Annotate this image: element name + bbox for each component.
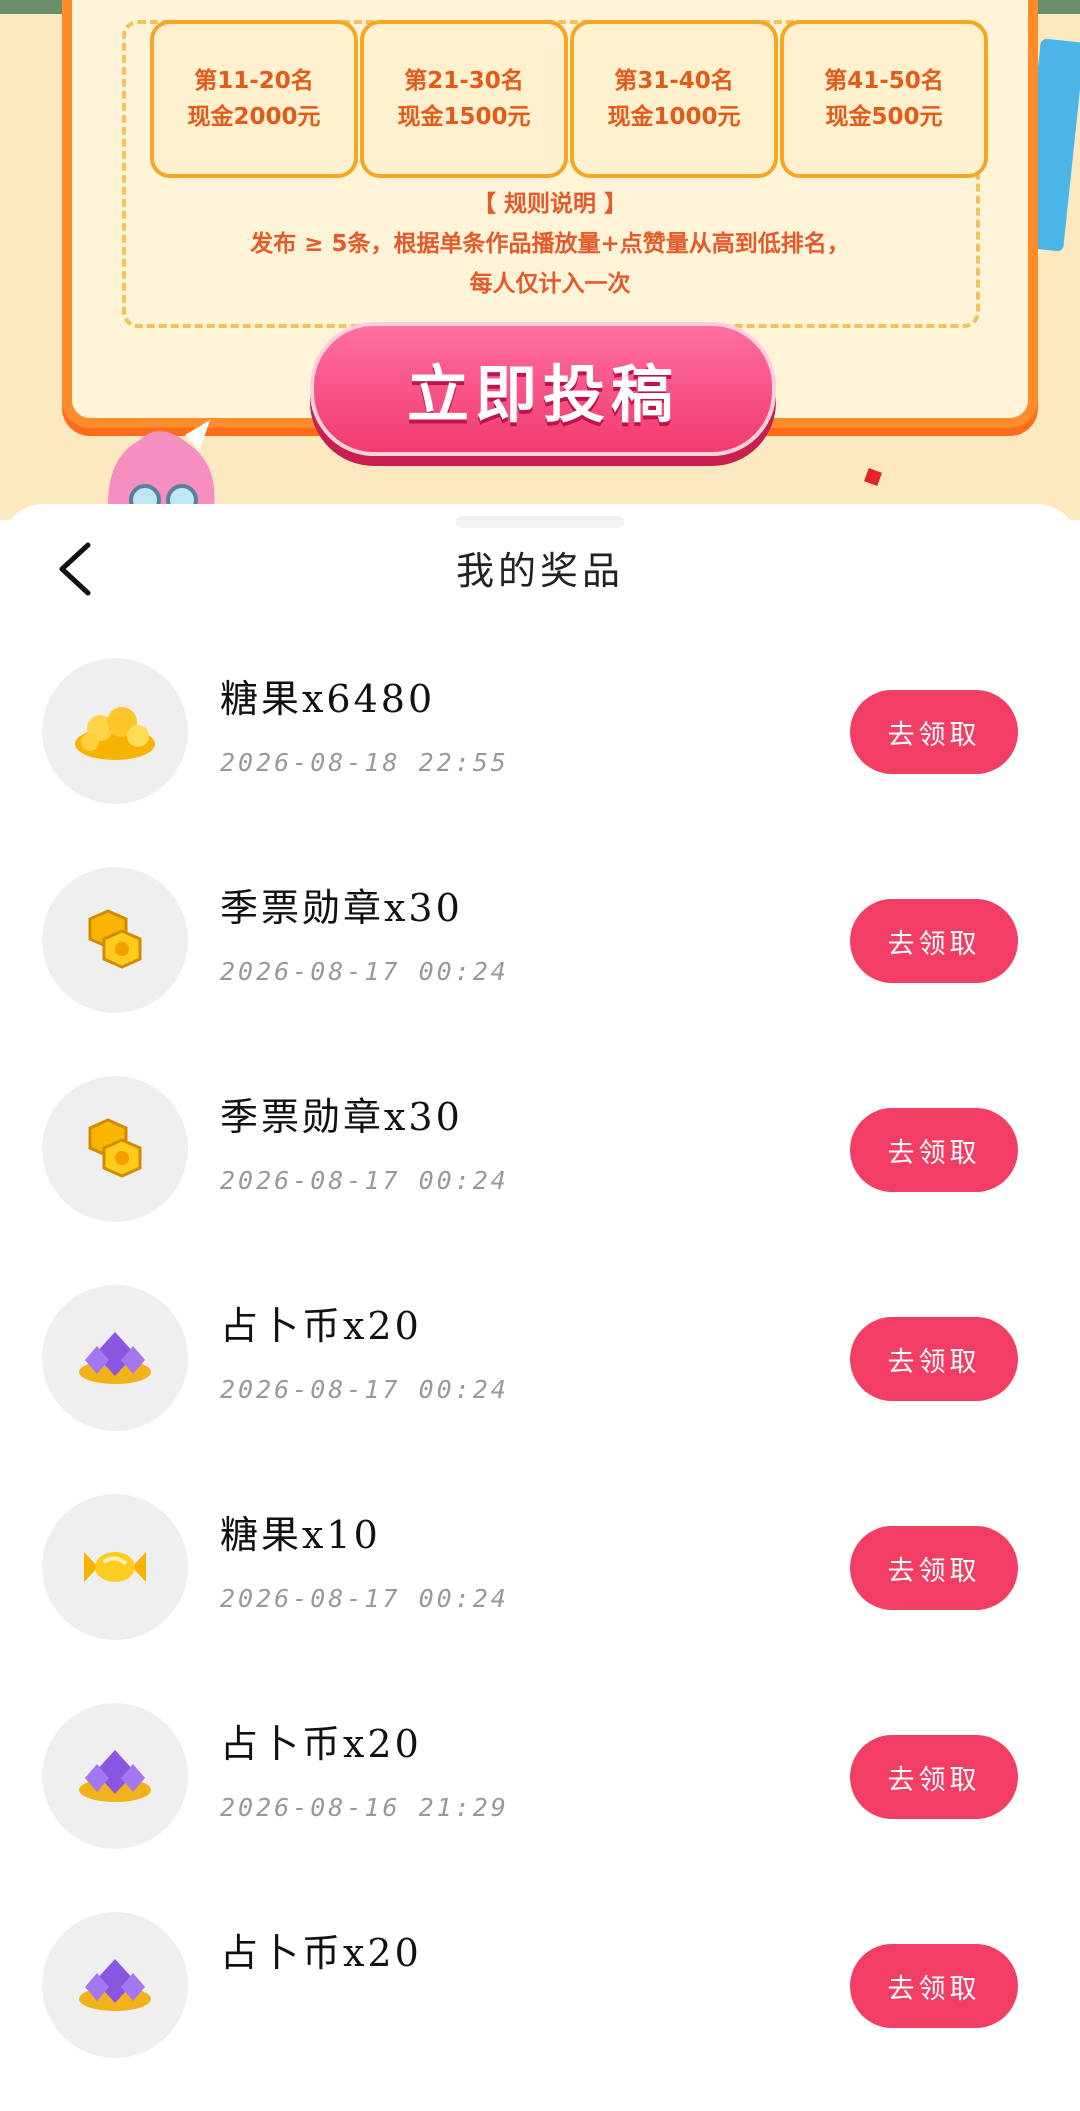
claim-button[interactable]: 去领取 bbox=[850, 1108, 1018, 1192]
claim-button[interactable]: 去领取 bbox=[850, 1317, 1018, 1401]
prize-thumbnail bbox=[42, 1076, 188, 1222]
crystal-coins-icon bbox=[79, 1959, 151, 2011]
prize-time: 2026-08-17 00:24 bbox=[220, 957, 509, 986]
sheet-grab-handle[interactable] bbox=[456, 516, 624, 528]
prize-time: 2026-08-17 00:24 bbox=[220, 1375, 509, 1404]
prize-reward: 现金1000元 bbox=[607, 104, 741, 130]
crystal-coins-icon bbox=[79, 1332, 151, 1384]
prize-time: 2026-08-16 21:29 bbox=[220, 1793, 509, 1822]
rules-title: 【 规则说明 】 bbox=[472, 191, 627, 217]
prize-time: 2026-08-18 22:55 bbox=[220, 748, 509, 777]
prize-name: 糖果x10 bbox=[220, 1513, 381, 1557]
list-item: 糖果x6480 2026-08-18 22:55 去领取 bbox=[0, 648, 1080, 857]
prize-thumbnail bbox=[42, 658, 188, 804]
my-prizes-sheet: 我的奖品 糖果x6480 2026-08-18 22:55 去领取 季票勋章x3… bbox=[0, 504, 1080, 2058]
medal-coins-icon bbox=[88, 909, 142, 969]
prize-name: 占卜币x20 bbox=[220, 1722, 422, 1766]
prize-rank: 第21-30名 bbox=[404, 68, 524, 94]
prize-thumbnail bbox=[42, 1494, 188, 1640]
prize-time: 2026-08-17 00:24 bbox=[220, 1584, 509, 1613]
rules-text: 每人仅计入一次 bbox=[469, 271, 631, 297]
sheet-title: 我的奖品 bbox=[455, 549, 624, 593]
crystal-coins-icon bbox=[79, 1750, 151, 1802]
prize-box: 第41-50名 现金500元 bbox=[780, 20, 988, 178]
list-item: 占卜币x20 2026-08-17 00:24 去领取 bbox=[0, 1275, 1080, 1484]
claim-button[interactable]: 去领取 bbox=[850, 1735, 1018, 1819]
prize-rank: 第31-40名 bbox=[614, 68, 734, 94]
claim-button[interactable]: 去领取 bbox=[850, 690, 1018, 774]
prize-name: 占卜币x20 bbox=[220, 1931, 422, 1975]
claim-button[interactable]: 去领取 bbox=[850, 899, 1018, 983]
prize-thumbnail bbox=[42, 867, 188, 1013]
prize-name: 季票勋章x30 bbox=[220, 1095, 463, 1139]
promo-banner: 第11-20名 现金2000元 第21-30名 现金1500元 第31-40名 … bbox=[0, 0, 1080, 520]
prize-box: 第31-40名 现金1000元 bbox=[570, 20, 778, 178]
prize-box: 第11-20名 现金2000元 bbox=[150, 20, 358, 178]
candy-icon bbox=[84, 1552, 146, 1582]
rules-text: 发布 ≥ 5条，根据单条作品播放量+点赞量从高到低排名， bbox=[250, 231, 850, 257]
prize-rank: 第11-20名 bbox=[194, 68, 314, 94]
prize-reward: 现金500元 bbox=[825, 104, 943, 130]
list-item: 占卜币x20 2026-08-16 21:29 去领取 bbox=[0, 1693, 1080, 1902]
claim-button[interactable]: 去领取 bbox=[850, 1944, 1018, 2028]
medal-coins-icon bbox=[88, 1118, 142, 1178]
confetti-decoration bbox=[864, 468, 882, 486]
candy-pile-icon bbox=[75, 707, 155, 760]
prize-list: 糖果x6480 2026-08-18 22:55 去领取 季票勋章x30 202… bbox=[0, 648, 1080, 2111]
prize-reward: 现金2000元 bbox=[187, 104, 321, 130]
list-item: 糖果x10 2026-08-17 00:24 去领取 bbox=[0, 1484, 1080, 1693]
submit-entry-button[interactable]: 立即投稿 bbox=[310, 322, 776, 456]
list-item: 季票勋章x30 2026-08-17 00:24 去领取 bbox=[0, 1066, 1080, 1275]
prize-box: 第21-30名 现金1500元 bbox=[360, 20, 568, 178]
prize-thumbnail bbox=[42, 1285, 188, 1431]
prize-thumbnail bbox=[42, 1703, 188, 1849]
claim-button[interactable]: 去领取 bbox=[850, 1526, 1018, 1610]
prize-name: 糖果x6480 bbox=[220, 677, 436, 721]
prize-name: 季票勋章x30 bbox=[220, 886, 463, 930]
prize-thumbnail bbox=[42, 1912, 188, 2058]
list-item: 季票勋章x30 2026-08-17 00:24 去领取 bbox=[0, 857, 1080, 1066]
prize-reward: 现金1500元 bbox=[397, 104, 531, 130]
prize-rank: 第41-50名 bbox=[824, 68, 944, 94]
prize-name: 占卜币x20 bbox=[220, 1304, 422, 1348]
prize-time: 2026-08-17 00:24 bbox=[220, 1166, 509, 1195]
list-item: 占卜币x20 去领取 bbox=[0, 1902, 1080, 2111]
